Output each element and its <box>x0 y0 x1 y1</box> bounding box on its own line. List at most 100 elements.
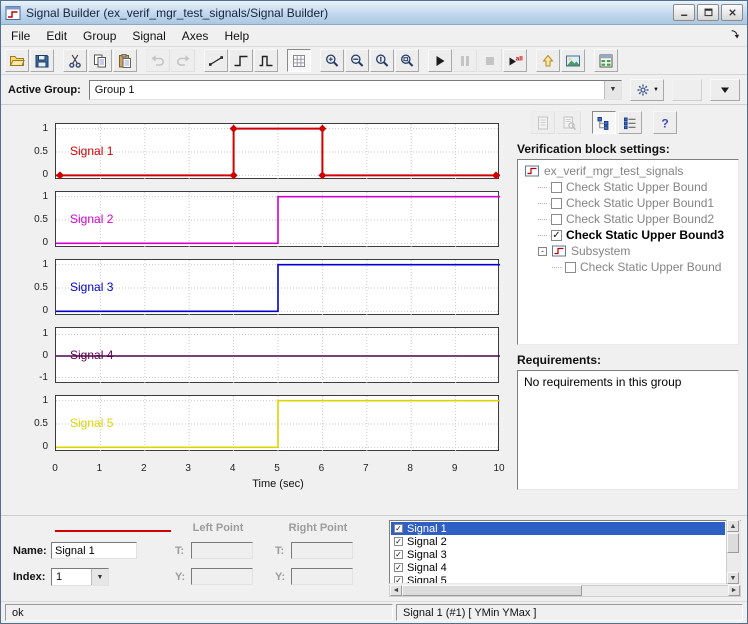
requirements-empty-text: No requirements in this group <box>524 375 682 389</box>
tree-item-label[interactable]: Check Static Upper Bound1 <box>566 196 714 210</box>
menu-group[interactable]: Group <box>75 27 124 45</box>
menu-file[interactable]: File <box>3 27 38 45</box>
menu-axes[interactable]: Axes <box>174 27 217 45</box>
draw-line-button[interactable] <box>204 49 228 72</box>
paste-button[interactable] <box>113 49 137 72</box>
signal-list-item[interactable]: ✓ Signal 4 <box>391 561 725 574</box>
run-all-button[interactable]: all <box>503 49 527 72</box>
tree-collapse-toggle[interactable]: - <box>538 246 547 256</box>
signal-visible-checkbox[interactable]: ✓ <box>394 524 403 533</box>
y-tick-label: 1 <box>42 190 48 202</box>
tree-item-label[interactable]: ex_verif_mgr_test_signals <box>544 164 683 178</box>
requirements-box[interactable]: No requirements in this group <box>517 370 739 490</box>
tree-item-label[interactable]: Check Static Upper Bound3 <box>566 228 724 242</box>
save-button[interactable] <box>30 49 54 72</box>
y-tick-label: 1 <box>42 394 48 406</box>
signal-list-item[interactable]: ✓ Signal 5 <box>391 574 725 584</box>
x-tick-label: 7 <box>363 463 369 474</box>
signal-visible-checkbox[interactable]: ✓ <box>394 576 403 583</box>
cut-button[interactable] <box>63 49 87 72</box>
zoom-t-button[interactable] <box>345 49 369 72</box>
tree-item-label[interactable]: Check Static Upper Bound <box>566 180 707 194</box>
tree-item-label[interactable]: Check Static Upper Bound2 <box>566 212 714 226</box>
chevron-down-icon[interactable]: ▼ <box>604 80 621 99</box>
left-t-label: T: <box>175 545 185 557</box>
up-to-parent-button[interactable] <box>536 49 560 72</box>
tree-item-checkbox[interactable] <box>565 261 576 273</box>
minimize-button[interactable] <box>673 4 695 21</box>
maximize-button[interactable] <box>697 4 719 21</box>
step-tool-icon <box>233 53 249 69</box>
signal-visible-checkbox[interactable]: ✓ <box>394 537 403 546</box>
list-view-button[interactable] <box>618 111 642 134</box>
draw-step-button[interactable] <box>229 49 253 72</box>
signal-list-item[interactable]: ✓ Signal 2 <box>391 535 725 548</box>
scroll-down-icon[interactable]: ▼ <box>727 572 739 584</box>
open-button[interactable] <box>5 49 29 72</box>
redo-button <box>171 49 195 72</box>
block-icon <box>551 243 567 259</box>
zoom-y-button[interactable] <box>370 49 394 72</box>
y-axis: 1 0.5 0 <box>5 123 55 181</box>
titlebar[interactable]: Signal Builder (ex_verif_mgr_test_signal… <box>1 1 747 25</box>
snap-grid-button[interactable] <box>287 49 311 72</box>
plot-signal-2[interactable]: Signal 2 <box>55 191 500 248</box>
verification-pane: ? Verification block settings: ex_verif_… <box>507 109 741 515</box>
vscroll-thumb[interactable] <box>727 533 739 553</box>
tree-item-checkbox[interactable] <box>551 197 562 209</box>
tree-item-checkbox[interactable] <box>551 181 562 193</box>
signal-list-item[interactable]: ✓ Signal 1 <box>391 522 725 535</box>
minimize-icon <box>679 7 690 18</box>
export-button[interactable] <box>594 49 618 72</box>
tree-view-button[interactable] <box>592 111 616 134</box>
plot-signal-4[interactable]: Signal 4 <box>55 327 500 384</box>
scroll-up-icon[interactable]: ▲ <box>727 520 739 532</box>
group-options-button[interactable]: ▼ <box>630 78 664 101</box>
signal-visible-checkbox[interactable]: ✓ <box>394 563 403 572</box>
signal-list-vscrollbar[interactable]: ▲ ▼ <box>726 520 740 584</box>
tree-item-checkbox[interactable] <box>551 213 562 225</box>
signal-list-label: Signal 5 <box>407 574 447 584</box>
plot-signal-5[interactable]: Signal 5 <box>55 395 500 452</box>
signal-label[interactable]: Signal 5 <box>70 416 113 430</box>
menu-edit[interactable]: Edit <box>38 27 75 45</box>
snapshot-button[interactable] <box>561 49 585 72</box>
start-simulation-button[interactable] <box>428 49 452 72</box>
tree-item-checkbox[interactable]: ✓ <box>551 229 562 241</box>
tree-item-label[interactable]: Check Static Upper Bound <box>580 260 721 274</box>
active-group-select[interactable]: Group 1 ▼ <box>88 79 622 100</box>
signal-list[interactable]: ✓ Signal 1 ✓ Signal 2 ✓ Signal 3 ✓ Signal 4 ✓ Sig… <box>389 520 741 584</box>
left-t-input <box>191 542 253 559</box>
close-button[interactable] <box>721 4 743 21</box>
copy-button[interactable] <box>88 49 112 72</box>
scroll-left-icon[interactable]: ◄ <box>390 585 402 596</box>
tree-connector <box>538 202 547 204</box>
signal-label[interactable]: Signal 4 <box>70 348 113 362</box>
help-button[interactable]: ? <box>653 111 677 134</box>
menu-signal[interactable]: Signal <box>124 27 173 45</box>
signal-label[interactable]: Signal 2 <box>70 212 113 226</box>
signal-visible-checkbox[interactable]: ✓ <box>394 550 403 559</box>
plot-signal-1[interactable]: Signal 1 <box>55 123 500 180</box>
draw-pulse-button[interactable] <box>254 49 278 72</box>
signal-list-item[interactable]: ✓ Signal 3 <box>391 548 725 561</box>
signal-label[interactable]: Signal 1 <box>70 144 113 158</box>
signal-list-hscrollbar[interactable]: ◄ ► <box>389 585 741 597</box>
pulse-tool-icon <box>258 53 274 69</box>
zoom-fit-button[interactable] <box>395 49 419 72</box>
scroll-right-icon[interactable]: ► <box>728 585 740 596</box>
toggle-panel-button[interactable] <box>710 78 740 101</box>
zoom-in-button[interactable] <box>320 49 344 72</box>
stop-icon <box>482 53 498 69</box>
hscroll-thumb[interactable] <box>402 585 582 596</box>
dock-icon[interactable] <box>729 28 745 43</box>
plot-signal-3[interactable]: Signal 3 <box>55 259 500 316</box>
caret-down-icon <box>717 82 733 98</box>
chevron-down-icon[interactable]: ▼ <box>91 569 108 585</box>
svg-text:all: all <box>516 55 523 62</box>
index-select[interactable]: 1 ▼ <box>51 568 109 586</box>
tree-item-label[interactable]: Subsystem <box>571 244 630 258</box>
signal-name-input[interactable] <box>51 542 137 559</box>
menu-help[interactable]: Help <box>216 27 257 45</box>
signal-label[interactable]: Signal 3 <box>70 280 113 294</box>
